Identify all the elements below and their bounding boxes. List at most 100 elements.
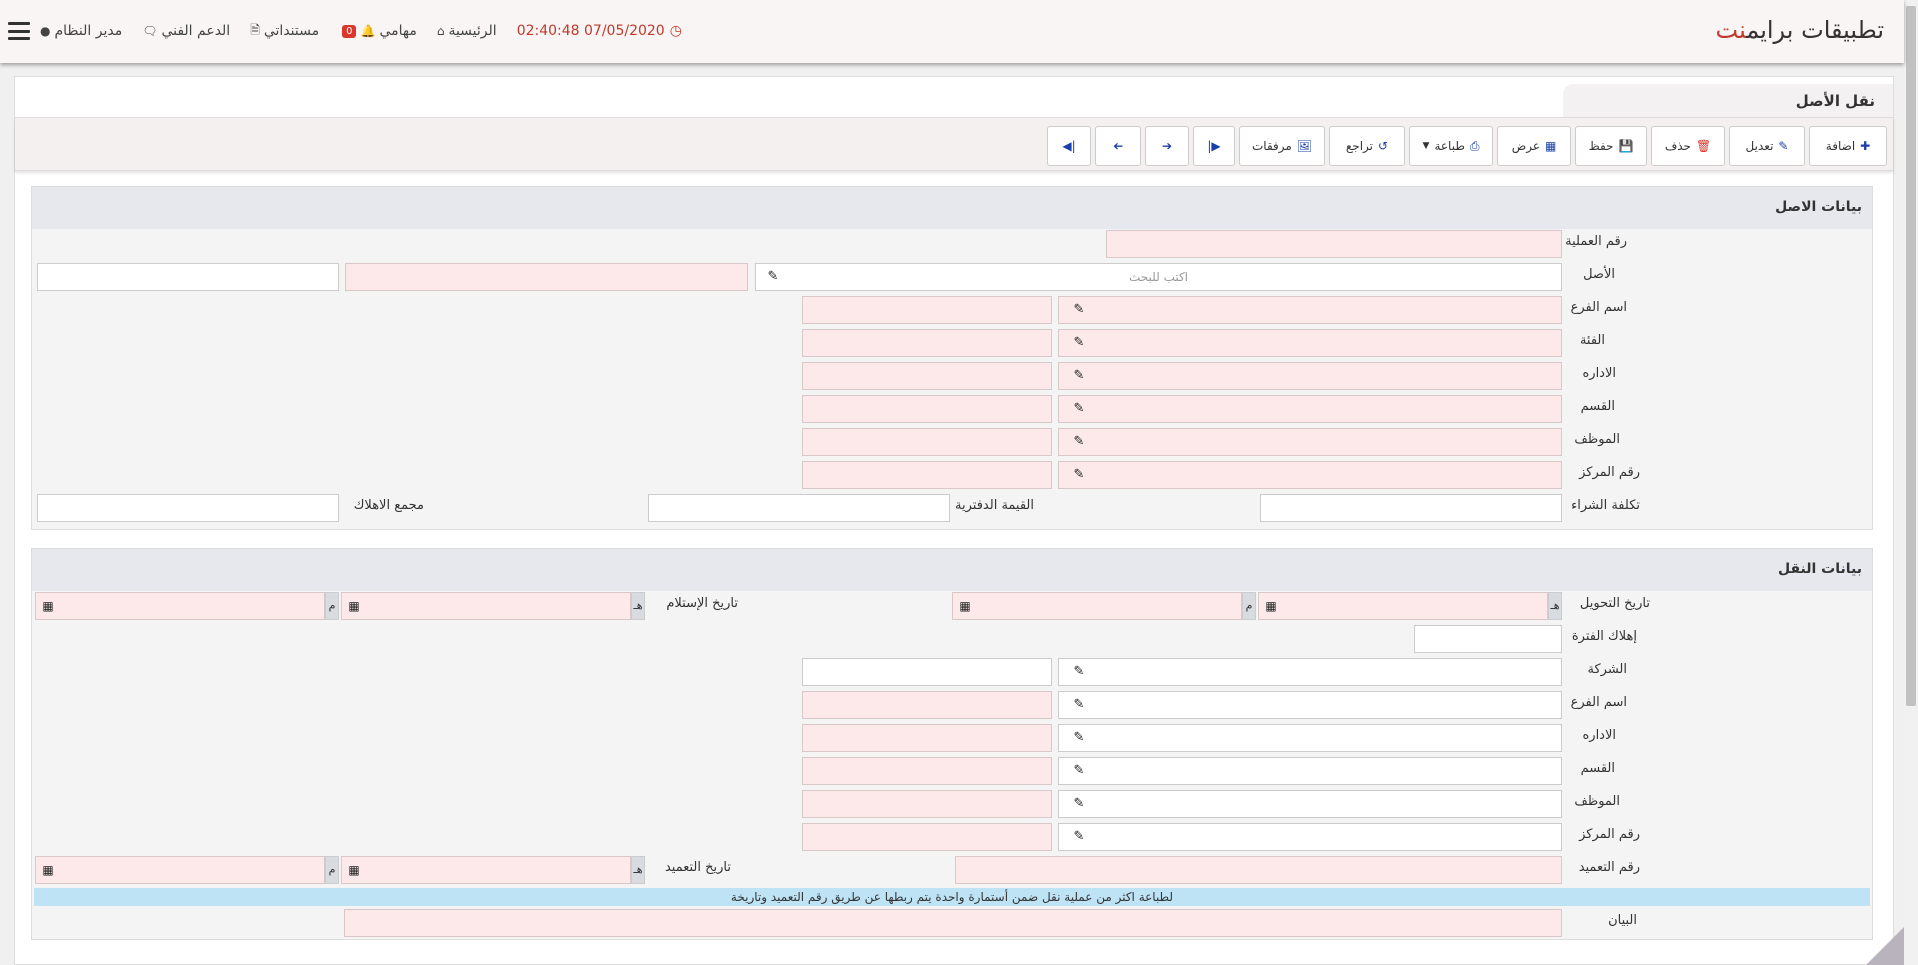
undo-icon: ↺: [1378, 139, 1389, 153]
brand-logo[interactable]: تطبيقات برايمنت: [1716, 16, 1884, 44]
step-forward-icon: ▶|: [1207, 139, 1221, 153]
calendar-icon[interactable]: ▦: [1264, 599, 1278, 613]
last-record-button[interactable]: ▶|: [1193, 126, 1235, 166]
company-name-field[interactable]: [802, 658, 1052, 686]
receive-date-hijri-field[interactable]: [341, 592, 631, 620]
add-button[interactable]: ✚ اضافة: [1809, 126, 1887, 166]
department-name-field[interactable]: [802, 362, 1052, 390]
employee-name-field[interactable]: [802, 428, 1052, 456]
pencil-icon[interactable]: ✎: [1070, 334, 1088, 352]
book-value-field[interactable]: [648, 494, 950, 522]
receive-date-gregorian-field[interactable]: [35, 592, 325, 620]
documents-link[interactable]: 🗎 مستنداتي: [250, 21, 319, 42]
assignment-no-label: رقم التعميد: [1578, 860, 1640, 875]
operation-no-field[interactable]: [1106, 230, 1562, 258]
operation-no-label: رقم العملية: [1565, 234, 1627, 249]
calendar-icon[interactable]: ▦: [347, 863, 361, 877]
purchase-cost-field[interactable]: [1260, 494, 1562, 522]
pencil-icon[interactable]: ✎: [1070, 828, 1088, 846]
company-field[interactable]: [1058, 658, 1562, 686]
pencil-icon[interactable]: ✎: [1070, 301, 1088, 319]
next-record-button[interactable]: ➔: [1145, 126, 1189, 166]
asset-name-field[interactable]: [345, 263, 748, 291]
department-field[interactable]: [1058, 362, 1562, 390]
attachments-button[interactable]: 🖼 مرفقات: [1239, 126, 1325, 166]
pencil-icon[interactable]: ✎: [1070, 795, 1088, 813]
cost-center-name-field[interactable]: [802, 461, 1052, 489]
resize-corner: [1866, 927, 1904, 965]
section-field[interactable]: [1058, 395, 1562, 423]
pencil-icon[interactable]: ✎: [1070, 466, 1088, 484]
edit-button[interactable]: ✎ تعديل: [1729, 126, 1805, 166]
home-link[interactable]: ⌂ الرئيسية: [437, 23, 497, 39]
user-menu[interactable]: ● مدير النظام: [40, 23, 122, 39]
pencil-icon[interactable]: ✎: [1070, 696, 1088, 714]
edit-label: تعديل: [1745, 139, 1774, 153]
pencil-icon[interactable]: ✎: [1070, 400, 1088, 418]
asset-code-field[interactable]: [37, 263, 339, 291]
assignment-date-hijri-field[interactable]: [341, 856, 631, 884]
new-employee-label: الموظف: [1574, 794, 1620, 809]
gregorian-marker: م: [325, 856, 339, 884]
previous-record-button[interactable]: ➔: [1095, 126, 1141, 166]
new-section-name-field[interactable]: [802, 757, 1052, 785]
gregorian-marker: م: [325, 592, 339, 620]
category-field[interactable]: [1058, 329, 1562, 357]
employee-label: الموظف: [1574, 432, 1620, 447]
new-cost-center-name-field[interactable]: [802, 823, 1052, 851]
support-label: الدعم الفني: [161, 23, 231, 39]
view-button[interactable]: ▦ عرض: [1497, 126, 1571, 166]
support-link[interactable]: 🗨 الدعم الفني: [142, 23, 230, 39]
table-icon: ▦: [1544, 139, 1557, 153]
calendar-icon[interactable]: ▦: [41, 863, 55, 877]
period-depreciation-field[interactable]: [1414, 625, 1562, 653]
assignment-no-field[interactable]: [955, 856, 1562, 884]
scrollbar-thumb[interactable]: [1906, 6, 1916, 706]
calendar-icon[interactable]: ▦: [41, 599, 55, 613]
new-department-name-field[interactable]: [802, 724, 1052, 752]
pencil-icon[interactable]: ✎: [1070, 729, 1088, 747]
calendar-icon[interactable]: ▦: [347, 599, 361, 613]
asset-data-panel: بيانات الاصل رقم العملية الأصل اكتب للبح…: [31, 186, 1873, 530]
pencil-icon[interactable]: ✎: [1070, 762, 1088, 780]
new-employee-name-field[interactable]: [802, 790, 1052, 818]
pencil-icon[interactable]: ✎: [1070, 367, 1088, 385]
tasks-link[interactable]: 0 🔔 مهامي: [339, 23, 417, 39]
branch-name-field[interactable]: [802, 296, 1052, 324]
vertical-scrollbar[interactable]: [1904, 0, 1918, 965]
asset-search-input[interactable]: اكتب للبحث: [755, 263, 1562, 291]
view-label: عرض: [1511, 139, 1540, 153]
pencil-icon[interactable]: ✎: [1070, 433, 1088, 451]
clock-text: 02:40:48 07/05/2020: [516, 23, 665, 39]
first-record-button[interactable]: |◀: [1047, 126, 1091, 166]
cost-center-field[interactable]: [1058, 461, 1562, 489]
pencil-icon[interactable]: ✎: [764, 268, 782, 286]
new-employee-field[interactable]: [1058, 790, 1562, 818]
undo-label: تراجع: [1345, 139, 1374, 153]
undo-button[interactable]: ↺ تراجع: [1329, 126, 1405, 166]
delete-button[interactable]: 🗑 حذف: [1651, 126, 1725, 166]
employee-field[interactable]: [1058, 428, 1562, 456]
transfer-date-hijri-field[interactable]: [1258, 592, 1548, 620]
new-branch-name-field[interactable]: [802, 691, 1052, 719]
new-branch-field[interactable]: [1058, 691, 1562, 719]
branch-field[interactable]: [1058, 296, 1562, 324]
print-button[interactable]: ⎙ طباعة ▼: [1409, 126, 1493, 166]
section-name-field[interactable]: [802, 395, 1052, 423]
category-name-field[interactable]: [802, 329, 1052, 357]
branch-label: اسم الفرع: [1570, 300, 1627, 315]
statement-field[interactable]: [344, 909, 1562, 937]
transfer-date-gregorian-field[interactable]: [952, 592, 1242, 620]
new-cost-center-field[interactable]: [1058, 823, 1562, 851]
new-department-field[interactable]: [1058, 724, 1562, 752]
save-button[interactable]: 💾 حفظ: [1575, 126, 1647, 166]
add-label: اضافة: [1825, 139, 1856, 153]
hamburger-icon[interactable]: [8, 22, 30, 40]
depreciation-total-field[interactable]: [37, 494, 339, 522]
hijri-marker: هـ: [1548, 592, 1562, 620]
new-section-field[interactable]: [1058, 757, 1562, 785]
pencil-icon[interactable]: ✎: [1070, 663, 1088, 681]
file-icon: 🗎: [250, 22, 260, 37]
calendar-icon[interactable]: ▦: [958, 599, 972, 613]
assignment-date-gregorian-field[interactable]: [35, 856, 325, 884]
